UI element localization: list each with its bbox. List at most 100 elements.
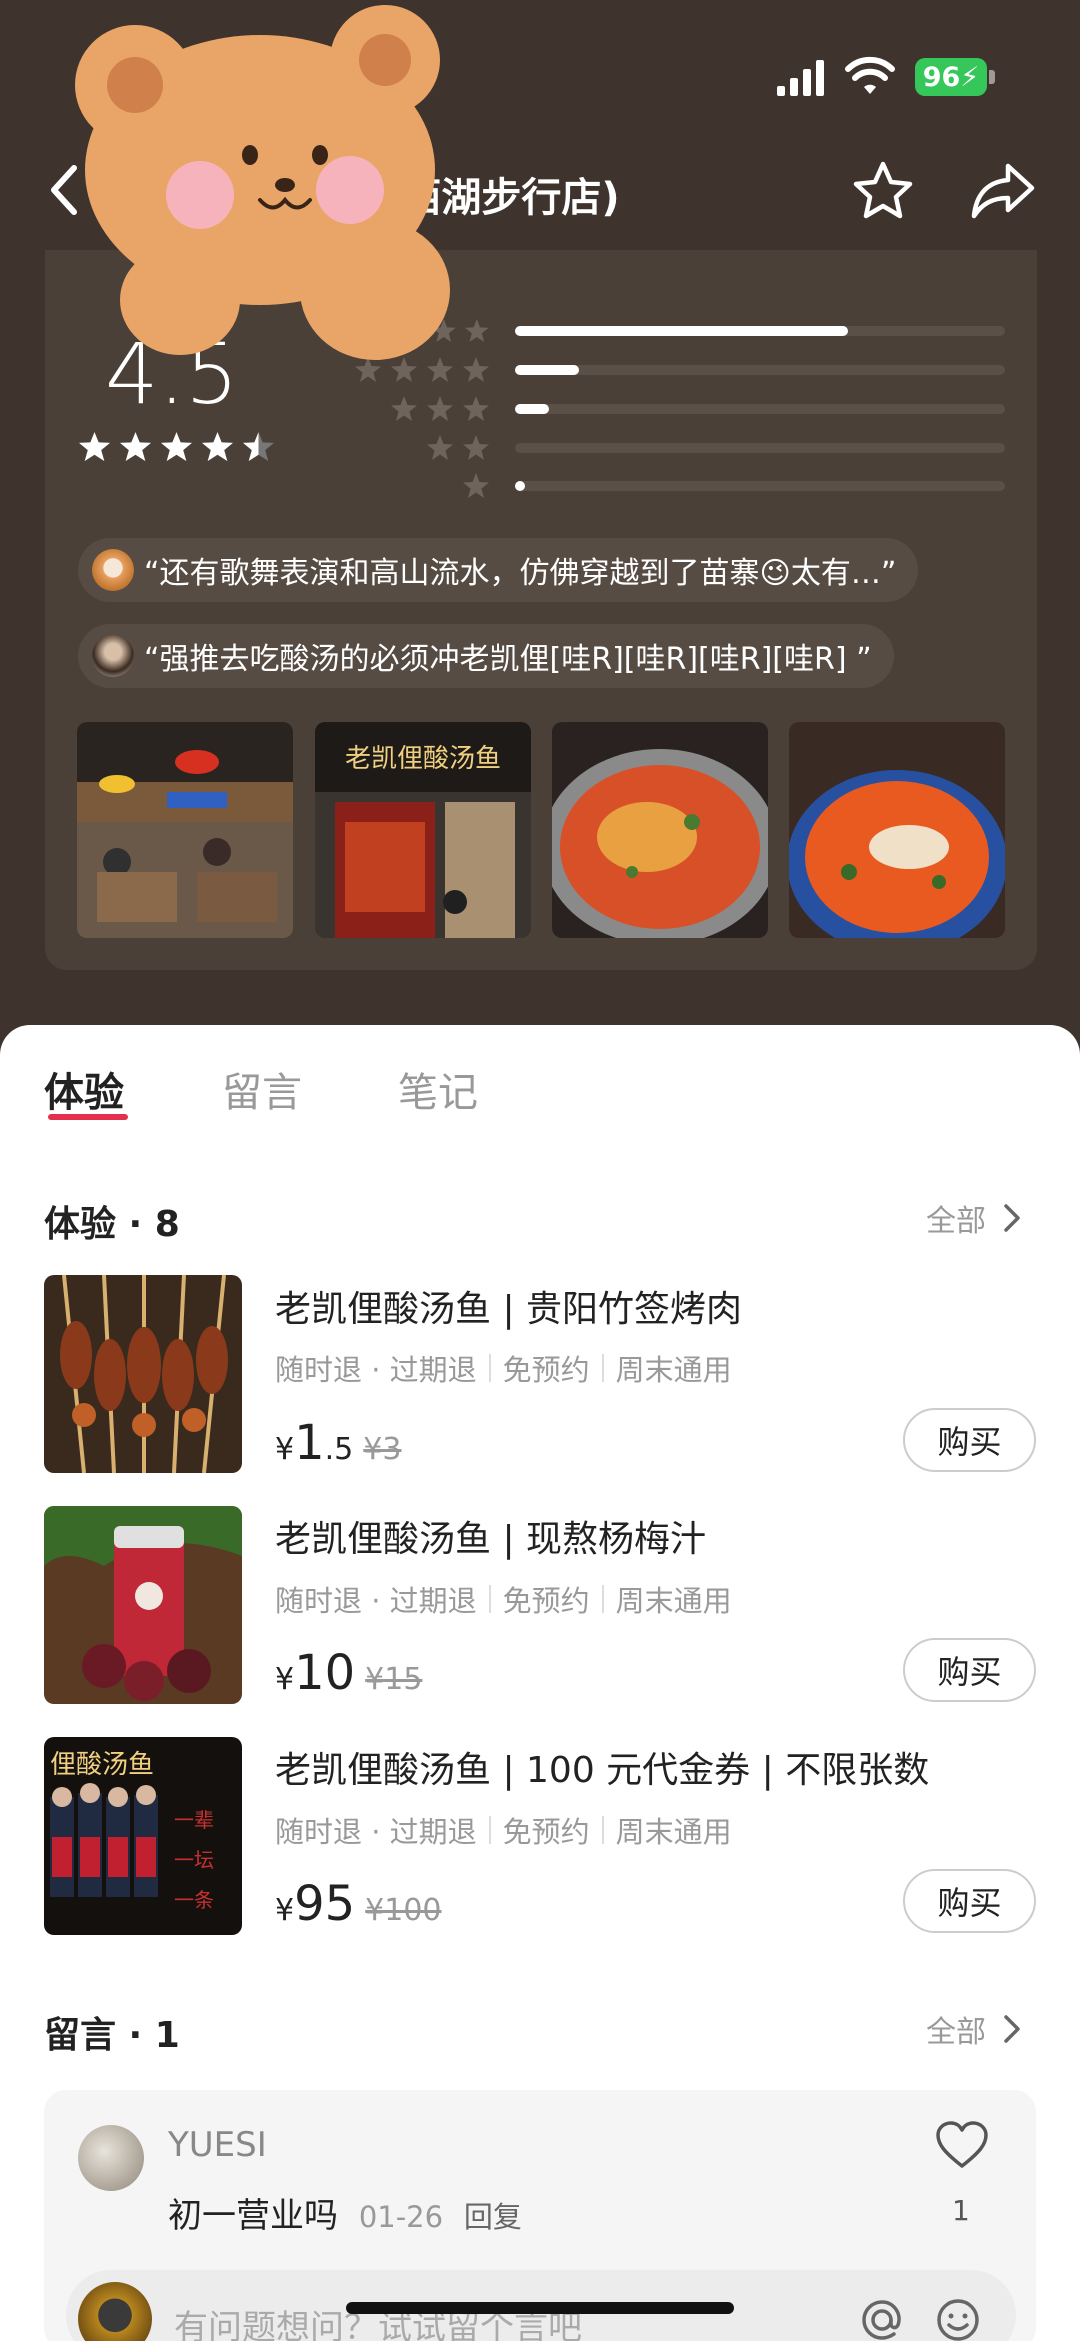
rating-dist-bar [515,481,1005,491]
battery-level: 96 [922,61,961,93]
rating-dist-fill [515,481,525,491]
item-tag: 随时退 · 过期退 [275,1815,477,1849]
rating-dist-bar [515,326,1005,336]
price-currency: ¥ [275,1893,295,1928]
rating-star-icon [120,432,151,461]
item-tag: 周末通用 [615,1353,732,1387]
price-integer: 10 [294,1645,356,1701]
rating-star-icon [243,432,274,461]
star-icon [427,435,453,460]
svg-text:一条: 一条 [174,1888,214,1912]
item-tag: 免预约 [502,1584,590,1618]
rating-dist-row [330,395,490,423]
wifi-icon [845,56,895,94]
fish-soup-photo[interactable] [789,722,1005,938]
item-tags: 随时退 · 过期退 免预约 周末通用 [275,1809,732,1851]
share-icon[interactable] [968,158,1038,224]
star-icon [391,396,417,421]
star-icon [463,473,489,498]
buy-button[interactable]: 购买 [903,1408,1036,1472]
user-avatar [92,635,134,677]
item-name[interactable]: 老凯俚酸汤鱼 | 现熬杨梅汁 [275,1510,706,1562]
commenter-name[interactable]: YUESI [168,2125,267,2165]
item-tags: 随时退 · 过期退 免预约 周末通用 [275,1578,732,1620]
item-image-voucher[interactable]: 俚酸汤鱼 一辈 一坛 一条 [44,1737,242,1935]
item-tags: 随时退 · 过期退 免预约 周末通用 [275,1347,732,1389]
battery-indicator: 96 ⚡ [915,58,987,96]
favorite-star-icon[interactable] [850,158,916,224]
rating-dist-stars [330,317,490,345]
review-quote[interactable]: “还有歌舞表演和高山流水，仿佛穿越到了苗寨😉太有…” [78,538,919,602]
item-tag: 周末通用 [615,1815,732,1849]
svg-text:一坛: 一坛 [174,1848,214,1872]
star-icon [463,435,489,460]
price-currency: ¥ [275,1432,295,1467]
commenter-avatar[interactable] [78,2125,144,2191]
rating-dist-bar [515,404,1005,414]
svg-text:一辈: 一辈 [174,1808,214,1832]
original-price: ¥3 [363,1432,402,1467]
tab-experience[interactable]: 体验 [44,1060,124,1118]
rating-dist-fill [515,365,579,375]
view-all-label: 全部 [926,2015,986,2050]
chevron-right-icon [1004,2015,1020,2043]
item-tag: 周末通用 [615,1584,732,1618]
buy-button[interactable]: 购买 [903,1638,1036,1702]
star-icon [398,319,422,342]
rating-dist-bar [515,365,1005,375]
review-quote-text: “还有歌舞表演和高山流水，仿佛穿越到了苗寨😉太有…” [144,556,897,591]
star-icon [427,357,453,382]
item-image-bayberry-juice[interactable] [44,1506,242,1704]
home-indicator [346,2302,734,2314]
price-integer: 1 [294,1415,325,1471]
experience-view-all[interactable]: 全部 [926,1196,1024,1240]
mention-at-icon[interactable] [858,2296,906,2341]
back-icon[interactable] [40,160,90,220]
item-name[interactable]: 老凯俚酸汤鱼 | 100 元代金券 | 不限张数 [275,1741,929,1793]
star-icon [465,319,490,342]
star-icon [427,396,453,421]
view-all-label: 全部 [926,1204,986,1239]
item-image-skewers[interactable] [44,1275,242,1473]
item-price: ¥ 1 .5 ¥3 [275,1415,401,1471]
star-icon [364,319,389,342]
rating-dist-stars [330,434,490,462]
tab-comments[interactable]: 留言 [222,1060,302,1118]
emoji-icon[interactable] [934,2296,982,2341]
battery-nub [989,70,995,84]
rating-dist-fill [515,404,550,414]
shop-title: (老凯俚酸汤鱼 · 西湖步行店) [100,175,620,221]
restaurant-interior-photo[interactable] [77,722,293,938]
rating-dist-bar [515,443,1005,453]
rating-stars [78,430,275,463]
tab-notes[interactable]: 笔记 [398,1060,478,1118]
original-price: ¥100 [365,1893,442,1928]
item-tag: 随时退 · 过期退 [275,1584,477,1618]
reply-link[interactable]: 回复 [464,2200,522,2234]
buy-button[interactable]: 购买 [903,1869,1036,1933]
comments-view-all[interactable]: 全部 [926,2007,1024,2051]
experience-section-title: 体验 · 8 [44,1204,180,1245]
item-tag: 免预约 [502,1353,590,1387]
restaurant-storefront-photo[interactable]: 老凯俚酸汤鱼 [315,722,531,938]
price-decimal: .5 [324,1432,354,1467]
item-price: ¥ 10 ¥15 [275,1645,422,1701]
rating-dist-stars [330,356,490,384]
rating-dist-stars [330,472,490,500]
item-tag: 随时退 · 过期退 [275,1353,477,1387]
rating-dist-row [330,434,490,462]
like-heart-icon[interactable] [934,2120,990,2170]
item-price: ¥ 95 ¥100 [275,1876,442,1932]
review-quote[interactable]: “强推去吃酸汤的必须冲老凯俚[哇R][哇R][哇R][哇R] ” [78,624,894,688]
chevron-right-icon [1004,1204,1020,1232]
comment-date: 01-26 [358,2200,444,2234]
item-name[interactable]: 老凯俚酸汤鱼 | 贵阳竹签烤肉 [275,1280,742,1332]
active-tab-indicator [48,1114,128,1120]
star-icon [355,357,381,382]
rating-star-icon [161,432,192,461]
star-icon [431,319,456,342]
rating-dist-row [330,472,490,500]
hotpot-photo[interactable] [552,722,768,938]
rating-dist-fill [515,326,849,336]
price-currency: ¥ [275,1662,295,1697]
